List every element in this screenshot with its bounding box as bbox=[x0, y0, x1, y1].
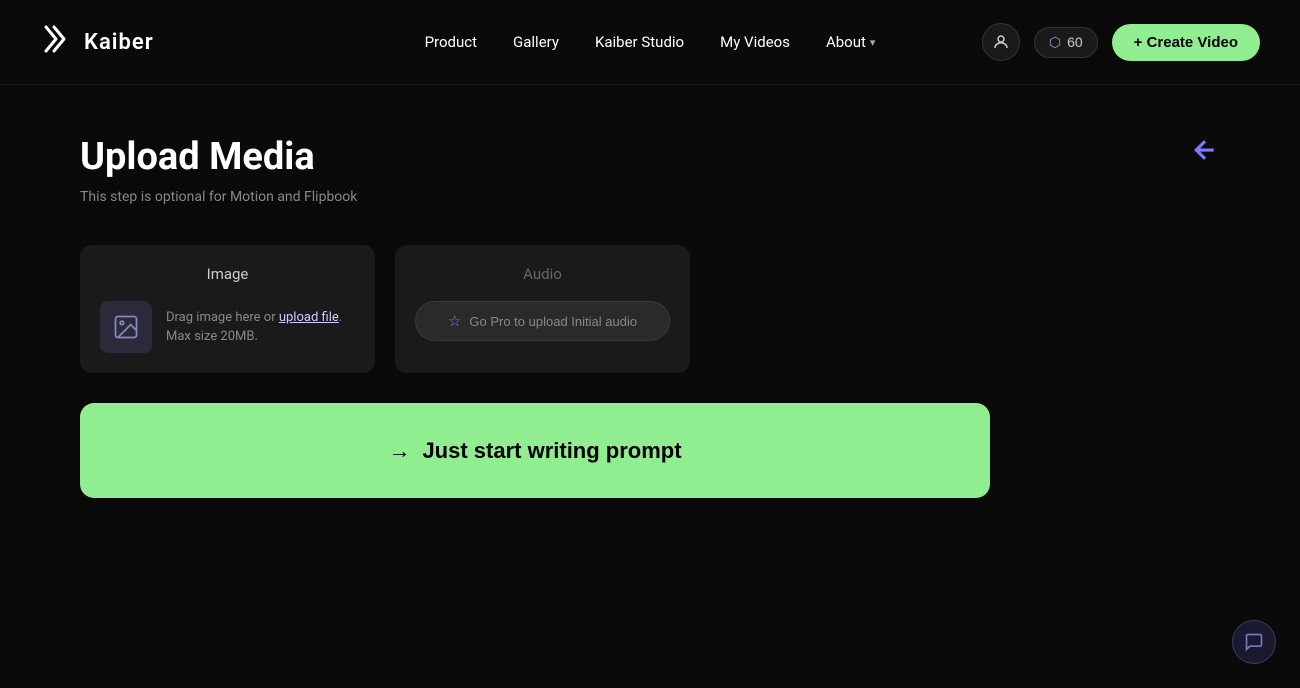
navbar-left: Kaiber bbox=[40, 21, 154, 64]
main-content: Upload Media This step is optional for M… bbox=[0, 85, 1300, 548]
back-arrow-icon bbox=[1190, 135, 1220, 165]
image-placeholder-icon bbox=[100, 301, 152, 353]
navbar: Kaiber Product Gallery Kaiber Studio My … bbox=[0, 0, 1300, 85]
star-icon: ☆ bbox=[448, 312, 461, 330]
audio-upload-card: Audio ☆ Go Pro to upload Initial audio bbox=[395, 245, 690, 373]
logo-icon bbox=[40, 21, 76, 64]
go-pro-button[interactable]: ☆ Go Pro to upload Initial audio bbox=[415, 301, 670, 341]
nav-link-about[interactable]: About ▾ bbox=[826, 33, 875, 51]
image-upload-card[interactable]: Image Drag image here or upload file. Ma… bbox=[80, 245, 375, 373]
audio-card-title: Audio bbox=[415, 265, 670, 283]
page-subtitle: This step is optional for Motion and Fli… bbox=[80, 189, 1220, 205]
logo[interactable]: Kaiber bbox=[40, 21, 154, 64]
credits-icon: ⬡ bbox=[1049, 34, 1061, 51]
image-card-title: Image bbox=[100, 265, 355, 283]
nav-link-kaiber-studio[interactable]: Kaiber Studio bbox=[595, 33, 684, 51]
nav-link-my-videos[interactable]: My Videos bbox=[720, 33, 790, 51]
nav-link-gallery[interactable]: Gallery bbox=[513, 33, 559, 51]
arrow-icon: → bbox=[388, 438, 410, 464]
chat-icon bbox=[1244, 632, 1264, 652]
user-icon-button[interactable] bbox=[982, 23, 1020, 61]
user-icon bbox=[992, 33, 1010, 51]
navbar-center: Product Gallery Kaiber Studio My Videos … bbox=[425, 33, 876, 51]
upload-file-link[interactable]: upload file bbox=[279, 310, 339, 325]
credits-count: 60 bbox=[1067, 34, 1083, 50]
image-upload-area: Drag image here or upload file. Max size… bbox=[100, 301, 355, 353]
create-video-button[interactable]: + Create Video bbox=[1112, 24, 1260, 61]
drag-drop-text: Drag image here or upload file. Max size… bbox=[166, 308, 342, 347]
back-button[interactable] bbox=[1190, 135, 1220, 172]
chat-button[interactable] bbox=[1232, 620, 1276, 664]
image-icon bbox=[112, 313, 140, 341]
navbar-right: ⬡ 60 + Create Video bbox=[982, 23, 1260, 61]
start-writing-button[interactable]: → Just start writing prompt bbox=[80, 403, 990, 498]
logo-text: Kaiber bbox=[84, 30, 154, 55]
page-title: Upload Media bbox=[80, 135, 1220, 179]
nav-link-product[interactable]: Product bbox=[425, 33, 477, 51]
chevron-down-icon: ▾ bbox=[870, 36, 876, 49]
upload-cards: Image Drag image here or upload file. Ma… bbox=[80, 245, 1220, 373]
credits-button[interactable]: ⬡ 60 bbox=[1034, 27, 1098, 58]
